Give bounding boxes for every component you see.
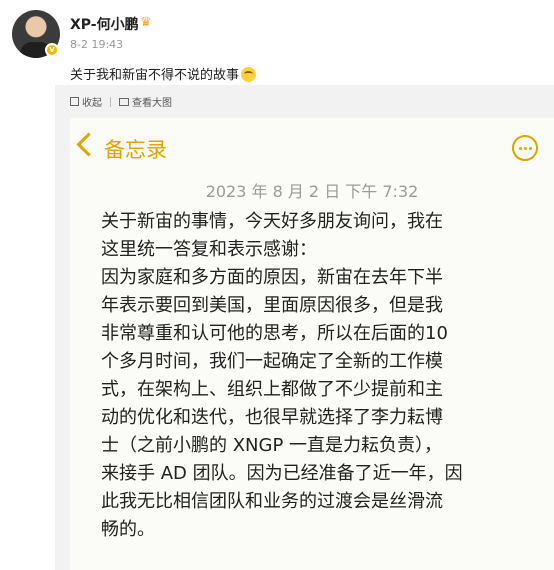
post-text: 关于我和新宙不得不说的故事 [70,64,257,83]
note-line: 年表示要回到美国，里面原因很多，但是我 [101,295,443,316]
grin-emoji-icon [241,67,257,82]
image-toolbar: 收起 查看大图 [70,94,172,109]
note-line: 士（之前小鹏的 XNGP 一直是力耘负责）， [101,435,443,456]
view-large-image-label: 查看大图 [132,98,172,109]
collapse-icon [70,97,79,106]
note-datetime: 2023 年 8 月 2 日 下午 7:32 [205,182,419,201]
view-large-image-button[interactable]: 查看大图 [119,94,172,109]
note-line: 畅的。 [101,519,155,540]
note-line: 非常尊重和认可他的思考，所以在后面的10 [101,323,448,344]
username[interactable]: XP-何小鹏 [70,14,139,34]
post-timestamp[interactable]: 8-2 19:43 [70,38,123,51]
note-line: 此我无比相信团队和业务的过渡会是丝滑流 [101,491,443,512]
note-line: 个多月时间，我们一起确定了全新的工作模 [101,351,443,372]
more-icon [512,135,538,161]
post-text-content: 关于我和新宙不得不说的故事 [70,68,240,83]
note-body: 关于新宙的事情，今天好多朋友询问，我在 这里统一答复和表示感谢： 因为家庭和多方… [101,208,541,544]
toolbar-divider [110,96,111,107]
note-line: 动的优化和迭代，也很早就选择了李力耘博 [101,407,443,428]
image-icon [119,97,129,106]
notes-back-label: 备忘录 [104,138,167,162]
note-line: 式，在架构上、组织上都做了不少提前和主 [101,379,443,400]
verified-badge-icon: v [45,43,59,57]
collapse-button[interactable]: 收起 [70,94,102,109]
note-line: 这里统一答复和表示感谢： [101,239,317,260]
note-line: 来接手 AD 团队。因为已经准备了近一年，因 [101,463,463,484]
collapse-label: 收起 [82,98,102,109]
note-line: 关于新宙的事情，今天好多朋友询问，我在 [101,211,443,232]
post-header: v XP-何小鹏 ♛ 8-2 19:43 [0,0,554,64]
crown-icon: ♛ [140,15,152,30]
note-line: 因为家庭和多方面的原因，新宙在去年下半 [101,267,443,288]
